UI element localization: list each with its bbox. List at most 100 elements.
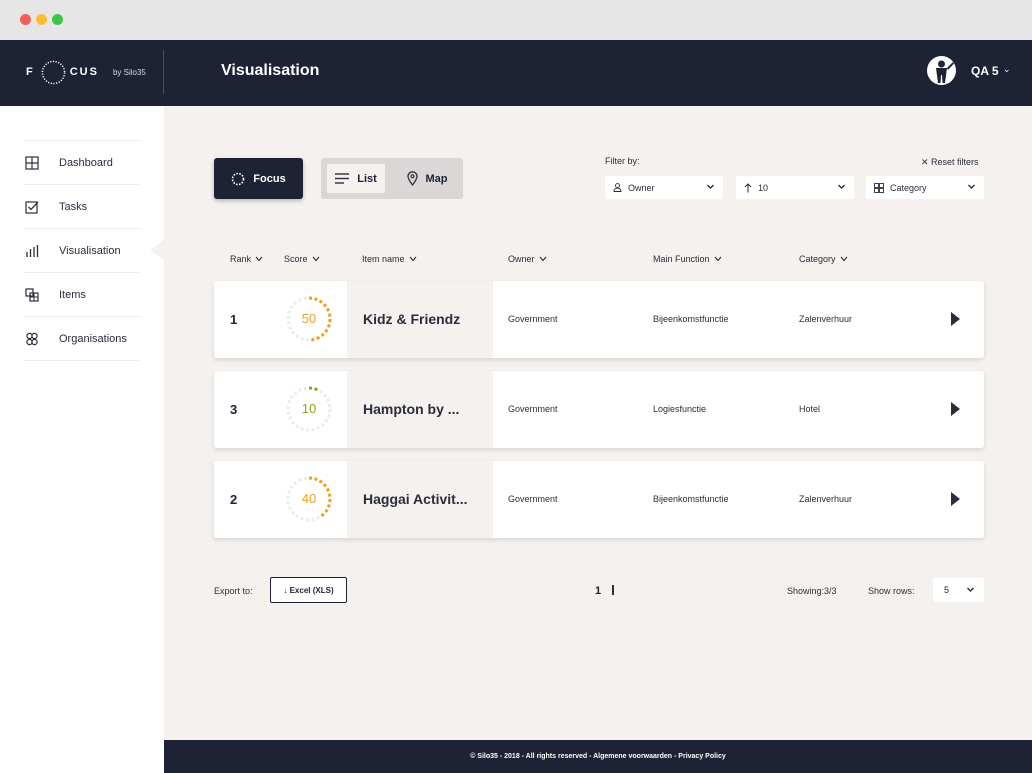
sidebar: Dashboard Tasks Visualisation Items Orga… [0, 106, 164, 773]
row-item-name[interactable]: Haggai Activit... [363, 491, 489, 507]
close-window-button[interactable] [20, 14, 31, 25]
chevron-down-icon [409, 256, 416, 262]
sort-number-value: 10 [758, 182, 769, 193]
minimize-window-button[interactable] [36, 14, 47, 25]
logo-ring-icon [41, 60, 66, 84]
logo-letter-f: F [26, 66, 35, 78]
chevron-down-icon [968, 184, 975, 189]
chevron-down-icon [255, 256, 263, 262]
column-header-category[interactable]: Category [799, 254, 848, 264]
sidebar-item-visualisation[interactable]: Visualisation [24, 229, 140, 273]
row-category: Hotel [799, 404, 821, 414]
column-header-item-name[interactable]: Item name [362, 254, 417, 264]
arrow-up-icon [744, 182, 752, 192]
footer-text[interactable]: © Silo35 - 2018 - All rights reserved - … [470, 753, 726, 760]
export-excel-button[interactable]: ↓ Excel (XLS) [270, 577, 347, 603]
checklist-icon [25, 200, 39, 214]
person-icon [613, 183, 622, 192]
chevron-down-icon [838, 184, 845, 189]
view-toggle: List Map [321, 158, 463, 199]
row-owner: Government [508, 494, 558, 504]
pagination-page[interactable]: 1 [595, 585, 601, 597]
row-item-name[interactable]: Hampton by ... [363, 401, 489, 417]
row-rank: 2 [230, 492, 238, 507]
category-filter-value: Category [890, 182, 927, 193]
row-rank: 3 [230, 402, 238, 417]
column-header-owner[interactable]: Owner [508, 254, 547, 264]
sidebar-item-organisations[interactable]: Organisations [24, 317, 140, 361]
row-score: 10 [301, 401, 317, 416]
list-view-button[interactable]: List [327, 164, 385, 193]
logo-letters-cus: CUS [69, 66, 99, 78]
row-category: Zalenverhuur [799, 314, 853, 324]
table-row[interactable]: 3 10 Hampton by ... Government Logiesfun… [214, 371, 984, 448]
column-header-label: Rank [230, 254, 252, 264]
row-score: 50 [301, 311, 317, 326]
chevron-down-icon [312, 256, 319, 262]
maximize-window-button[interactable] [52, 14, 63, 25]
reset-filters-link[interactable]: ✕ Reset filters [921, 157, 979, 168]
pagination-separator [612, 585, 614, 595]
rows-per-page-value: 5 [944, 585, 950, 595]
chevron-down-icon [707, 184, 714, 189]
table-row[interactable]: 1 50 Kidz & Friendz Government Bijeenkom… [214, 281, 984, 358]
row-score: 40 [301, 491, 317, 506]
category-grid-icon [874, 182, 884, 193]
row-owner: Government [508, 404, 558, 414]
table-row[interactable]: 2 40 Haggai Activit... Government Bijeen… [214, 461, 984, 538]
avatar-figure-icon [936, 60, 954, 83]
sidebar-item-label: Organisations [59, 332, 127, 345]
column-header-label: Item name [362, 254, 405, 264]
row-rank: 1 [230, 312, 238, 327]
map-view-label: Map [425, 172, 448, 185]
owner-filter-value: Owner [628, 182, 655, 193]
user-menu-name[interactable]: QA 5 [971, 64, 999, 78]
footer: © Silo35 - 2018 - All rights reserved - … [164, 740, 1032, 773]
logo-by-silo35: by Silo35 [112, 67, 146, 77]
active-nav-indicator [150, 240, 164, 260]
column-header-rank[interactable]: Rank [230, 254, 263, 264]
window-chrome [0, 0, 1032, 40]
user-avatar[interactable] [927, 56, 956, 85]
row-main-function: Bijeenkomstfunctie [653, 494, 729, 504]
grid-icon [25, 155, 39, 170]
play-arrow-icon[interactable] [951, 492, 960, 506]
list-icon [335, 173, 350, 184]
row-main-function: Logiesfunctie [653, 404, 707, 414]
sidebar-nav: Dashboard Tasks Visualisation Items Orga… [24, 140, 140, 361]
map-view-button[interactable]: Map [397, 164, 457, 193]
list-view-label: List [357, 172, 377, 185]
sidebar-item-dashboard[interactable]: Dashboard [24, 141, 140, 185]
column-header-label: Score [284, 254, 308, 264]
bar-chart-icon [26, 244, 39, 257]
main-content: Focus List Map Filter by: ✕ Reset filter… [164, 106, 1032, 740]
owner-filter-select[interactable]: Owner [605, 176, 723, 199]
show-rows-label: Show rows: [868, 586, 915, 596]
sort-number-select[interactable]: 10 [736, 176, 854, 199]
play-arrow-icon[interactable] [951, 402, 960, 416]
showing-count: Showing:3/3 [787, 586, 837, 596]
chevron-down-icon [714, 256, 721, 262]
chevron-down-icon [539, 256, 546, 262]
focus-button[interactable]: Focus [214, 158, 303, 199]
column-header-main-function[interactable]: Main Function [653, 254, 722, 264]
chevron-down-icon[interactable]: ⌄ [1003, 64, 1011, 75]
header-divider [163, 50, 164, 94]
export-to-label: Export to: [214, 586, 253, 596]
column-header-label: Main Function [653, 254, 710, 264]
column-header-label: Owner [508, 254, 535, 264]
category-filter-select[interactable]: Category [866, 176, 984, 199]
focus-button-label: Focus [253, 172, 286, 185]
focus-logo[interactable]: F CUS by Silo35 [26, 58, 146, 86]
focus-ring-icon [231, 172, 245, 185]
column-header-score[interactable]: Score [284, 254, 320, 264]
row-item-name[interactable]: Kidz & Friendz [363, 311, 489, 327]
play-arrow-icon[interactable] [951, 312, 960, 326]
rows-per-page-select[interactable]: 5 [933, 578, 984, 602]
column-header-label: Category [799, 254, 836, 264]
items-icon [25, 287, 39, 302]
sidebar-item-items[interactable]: Items [24, 273, 140, 317]
sidebar-item-tasks[interactable]: Tasks [24, 185, 140, 229]
sidebar-item-label: Visualisation [59, 244, 121, 257]
filter-by-label: Filter by: [605, 156, 640, 166]
